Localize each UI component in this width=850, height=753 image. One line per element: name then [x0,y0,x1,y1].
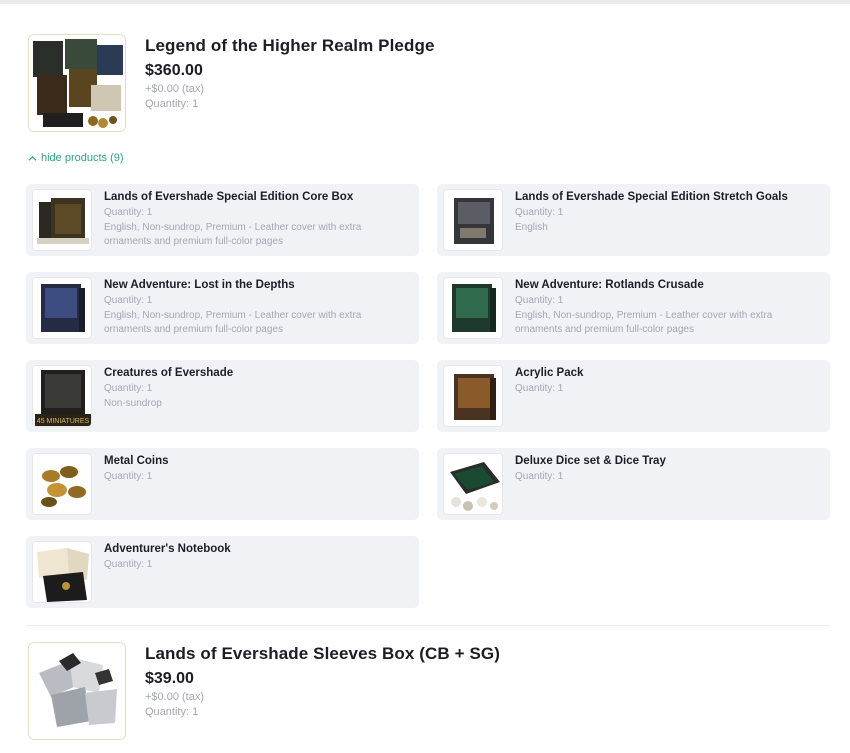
hide-products-toggle[interactable]: hide products (9) [28,152,124,164]
product-image [443,189,503,251]
product-title: Acrylic Pack [515,367,584,379]
product-description: Non-sundrop [104,398,162,409]
pledge-price: $360.00 [145,62,203,79]
product-image [443,453,503,515]
product-title: Creatures of Evershade [104,367,234,379]
chevron-up-icon [28,155,37,161]
product-quantity: Quantity: 1 [104,559,153,570]
product-description: English [515,222,548,233]
product-card: Lands of Evershade Special Edition Stret… [437,184,830,256]
product-card: 45 MINIATURES Creatures of Evershade Qua… [26,360,419,432]
addon-quantity: Quantity: 1 [145,706,199,718]
pledge-tax: +$0.00 (tax) [145,83,205,95]
miniatures-badge: 45 MINIATURES [37,418,90,425]
addon-tax: +$0.00 (tax) [145,691,205,703]
product-card: Lands of Evershade Special Edition Core … [26,184,419,256]
product-title: New Adventure: Rotlands Crusade [515,279,704,291]
pledge-item: Legend of the Higher Realm Pledge $360.0… [28,34,828,134]
product-quantity: Quantity: 1 [515,207,564,218]
product-image [32,541,92,603]
product-image [32,453,92,515]
product-quantity: Quantity: 1 [104,207,153,218]
product-description: English, Non-sundrop, Premium - Leather … [104,222,362,247]
product-quantity: Quantity: 1 [515,383,564,394]
product-quantity: Quantity: 1 [104,295,153,306]
product-quantity: Quantity: 1 [104,471,153,482]
product-image [32,189,92,251]
product-image [443,277,503,339]
pledge-quantity: Quantity: 1 [145,98,199,110]
product-description: English, Non-sundrop, Premium - Leather … [104,310,362,335]
section-divider [26,625,830,626]
product-title: Lands of Evershade Special Edition Stret… [515,191,788,203]
product-card: Metal Coins Quantity: 1 [26,448,419,520]
product-image: 45 MINIATURES [32,365,92,427]
product-card: Acrylic Pack Quantity: 1 [437,360,830,432]
product-description: English, Non-sundrop, Premium - Leather … [515,310,773,335]
pledge-title: Legend of the Higher Realm Pledge [145,36,435,55]
product-title: Metal Coins [104,455,169,467]
product-card: Adventurer's Notebook Quantity: 1 [26,536,419,608]
product-title: New Adventure: Lost in the Depths [104,279,295,291]
addon-price: $39.00 [145,670,194,687]
product-title: Deluxe Dice set & Dice Tray [515,455,666,467]
addon-item: Lands of Evershade Sleeves Box (CB + SG)… [28,642,828,742]
product-title: Adventurer's Notebook [104,543,231,555]
pledge-image [28,34,126,132]
product-card: Deluxe Dice set & Dice Tray Quantity: 1 [437,448,830,520]
top-border [0,0,850,4]
product-image [443,365,503,427]
product-card: New Adventure: Rotlands Crusade Quantity… [437,272,830,344]
addon-title: Lands of Evershade Sleeves Box (CB + SG) [145,644,500,663]
product-card: New Adventure: Lost in the Depths Quanti… [26,272,419,344]
hide-products-label: hide products (9) [41,152,124,164]
product-quantity: Quantity: 1 [515,471,564,482]
product-image [32,277,92,339]
addon-image [28,642,126,740]
product-quantity: Quantity: 1 [104,383,153,394]
product-title: Lands of Evershade Special Edition Core … [104,191,354,203]
product-quantity: Quantity: 1 [515,295,564,306]
